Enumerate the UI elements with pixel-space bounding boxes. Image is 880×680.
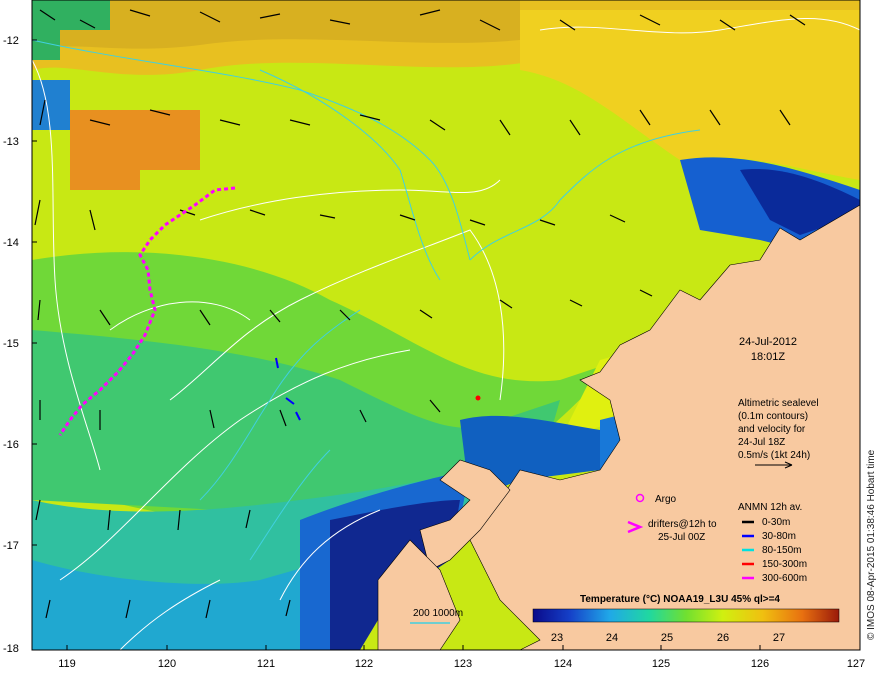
- anmn-label-3: 150-300m: [762, 559, 807, 570]
- altimetry-line-1: Altimetric sealevel: [738, 398, 819, 409]
- colorbar-tick-2: 25: [661, 632, 673, 644]
- altimetry-line-2: (0.1m contours): [738, 411, 808, 422]
- altimetry-line-3: and velocity for: [738, 424, 806, 435]
- y-tick-label: -13: [3, 136, 19, 148]
- anmn-label-4: 300-600m: [762, 573, 807, 584]
- x-axis: 119 120 121 122 123 124 125 126 127: [58, 658, 865, 670]
- colorbar-tick-0: 23: [551, 632, 563, 644]
- x-tick-label: 127: [847, 658, 865, 670]
- altimetry-line-4: 24-Jul 18Z: [738, 437, 785, 448]
- map-time: 18:01Z: [751, 351, 786, 363]
- x-tick-label: 122: [355, 658, 373, 670]
- y-tick-label: -14: [3, 237, 19, 249]
- bathymetry-label: 200 1000m: [413, 608, 463, 619]
- y-axis: -12 -13 -14 -15 -16 -17 -18: [3, 35, 19, 655]
- x-tick-label: 123: [454, 658, 472, 670]
- altimetry-line-5: 0.5m/s (1kt 24h): [738, 450, 810, 461]
- x-tick-label: 120: [158, 658, 176, 670]
- y-tick-label: -17: [3, 540, 19, 552]
- drifters-line-1: drifters@12h to: [648, 519, 717, 530]
- y-tick-label: -16: [3, 439, 19, 451]
- map-date: 24-Jul-2012: [739, 336, 797, 348]
- x-tick-label: 125: [652, 658, 670, 670]
- anmn-title: ANMN 12h av.: [738, 502, 802, 513]
- x-tick-label: 121: [257, 658, 275, 670]
- colorbar-title: Temperature (°C) NOAA19_L3U 45% ql>=4: [580, 594, 780, 605]
- drifters-line-2: 25-Jul 00Z: [658, 532, 705, 543]
- x-tick-label: 126: [751, 658, 769, 670]
- credit-text: © IMOS 08-Apr-2015 01:38:46 Hobart time: [866, 449, 877, 640]
- argo-label: Argo: [655, 494, 677, 505]
- x-tick-label: 119: [58, 658, 76, 670]
- anmn-label-1: 30-80m: [762, 531, 796, 542]
- colorbar-tick-3: 26: [717, 632, 729, 644]
- y-tick-label: -18: [3, 643, 19, 655]
- colorbar-tick-1: 24: [606, 632, 618, 644]
- anmn-label-2: 80-150m: [762, 545, 801, 556]
- colorbar-tick-4: 27: [773, 632, 785, 644]
- y-tick-label: -12: [3, 35, 19, 47]
- sst-map: 24-Jul-2012 18:01Z Altimetric sealevel (…: [3, 0, 865, 670]
- y-tick-label: -15: [3, 338, 19, 350]
- anmn-label-0: 0-30m: [762, 517, 790, 528]
- colorbar: [532, 608, 840, 623]
- x-tick-label: 124: [554, 658, 572, 670]
